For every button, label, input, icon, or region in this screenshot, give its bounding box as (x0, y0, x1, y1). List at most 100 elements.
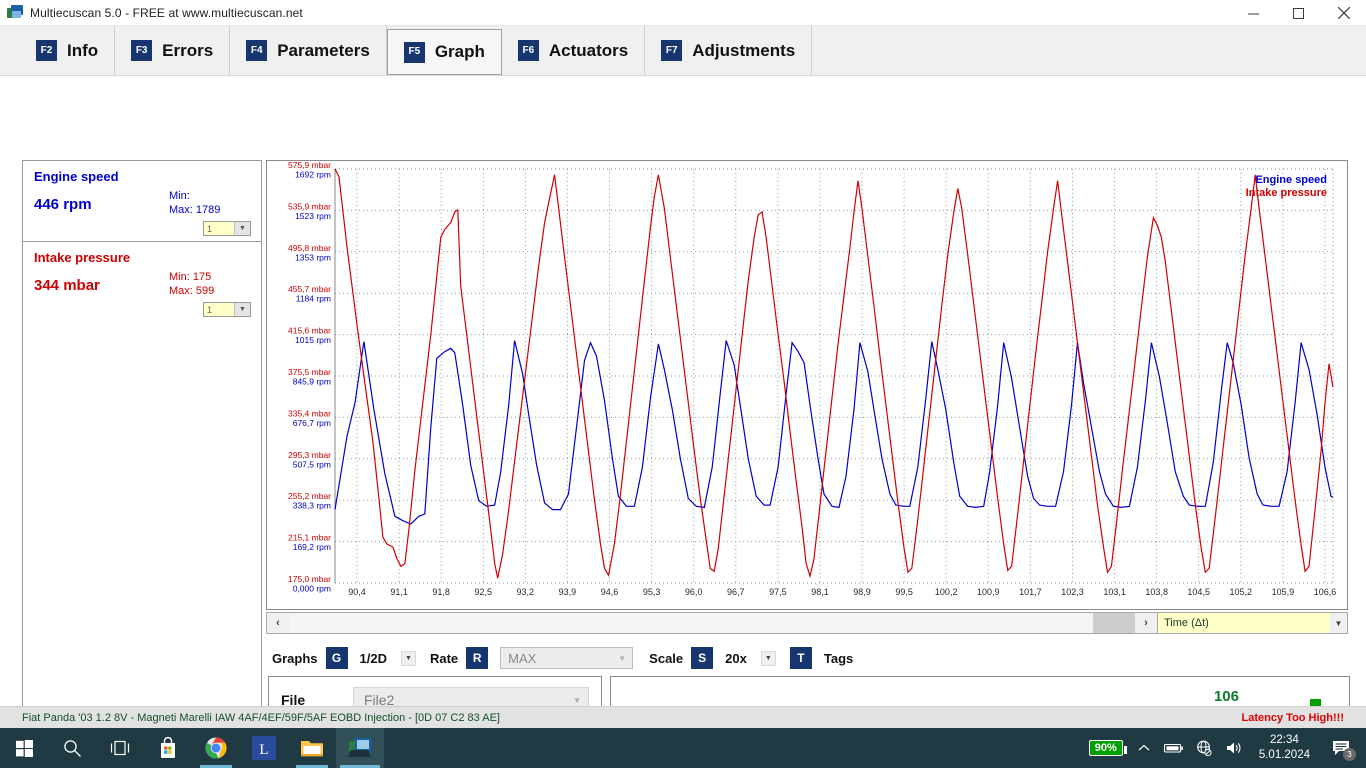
system-tray: 90% 22:34 5.01.2024 3 (1088, 728, 1366, 768)
scroll-right-icon[interactable]: › (1135, 613, 1157, 633)
svg-text:295,3 mbar: 295,3 mbar (288, 450, 331, 460)
time-axis-select[interactable]: Time (Δt) ▼ (1157, 613, 1347, 633)
tab-errors[interactable]: F3 Errors (115, 26, 231, 75)
file-explorer-button[interactable] (288, 728, 336, 768)
window-title: Multiecuscan 5.0 - FREE at www.multiecus… (30, 5, 303, 20)
graphs-label: Graphs (272, 650, 318, 666)
rate-hotkey[interactable]: R (466, 647, 489, 669)
scroll-left-icon[interactable]: ‹ (267, 613, 289, 633)
gauge-engine-speed-scale-value: 1 (207, 223, 213, 234)
svg-text:105,9: 105,9 (1272, 587, 1295, 597)
svg-text:102,3: 102,3 (1061, 587, 1084, 597)
svg-text:95,3: 95,3 (643, 587, 661, 597)
svg-text:91,1: 91,1 (390, 587, 408, 597)
tab-parameters[interactable]: F4 Parameters (230, 26, 387, 75)
folder-icon (301, 741, 323, 757)
app-l-button[interactable]: L (240, 728, 288, 768)
graph-scrollbar[interactable]: ‹ › Time (Δt) ▼ (266, 612, 1348, 634)
tab-adjustments[interactable]: F7 Adjustments (645, 26, 813, 75)
scale-value: 20x (725, 650, 747, 666)
volume-icon[interactable] (1219, 728, 1249, 768)
gauge-engine-speed-title: Engine speed (34, 169, 119, 184)
chrome-button[interactable] (192, 728, 240, 768)
chevron-down-icon: ▼ (573, 695, 581, 705)
start-button[interactable] (0, 728, 48, 768)
taskbar-clock[interactable]: 22:34 5.01.2024 (1249, 733, 1320, 763)
chevron-down-icon: ▼ (618, 653, 627, 663)
clock-time: 22:34 (1270, 734, 1299, 746)
search-icon (63, 739, 81, 757)
battery-percentage[interactable]: 90% (1088, 740, 1127, 756)
tab-parameters-label: Parameters (277, 40, 370, 60)
svg-text:215,1 mbar: 215,1 mbar (288, 533, 331, 543)
svg-text:1353 rpm: 1353 rpm (295, 252, 331, 262)
notification-center-button[interactable]: 3 (1320, 728, 1362, 768)
svg-text:375,5 mbar: 375,5 mbar (288, 367, 331, 377)
svg-text:96,7: 96,7 (727, 587, 745, 597)
tab-errors-label: Errors (162, 40, 214, 60)
tab-errors-key: F3 (131, 40, 153, 61)
tab-info[interactable]: F2 Info (20, 26, 116, 75)
svg-text:455,7 mbar: 455,7 mbar (288, 284, 331, 294)
gauge-intake-pressure-min: Min: 175 (169, 271, 212, 283)
task-view-button[interactable] (96, 728, 144, 768)
gauge-intake-pressure-value: 344 mbar (34, 277, 100, 294)
gauge-engine-speed-min: Min: (169, 190, 190, 202)
tab-graph-label: Graph (434, 42, 485, 61)
tab-graph[interactable]: F5 Graph (386, 29, 502, 75)
svg-text:335,4 mbar: 335,4 mbar (288, 408, 331, 418)
graphs-hotkey[interactable]: G (325, 647, 348, 669)
rate-select[interactable]: MAX ▼ (500, 647, 634, 669)
task-view-icon (110, 740, 130, 756)
svg-text:104,5: 104,5 (1187, 587, 1210, 597)
svg-text:100,9: 100,9 (977, 587, 1000, 597)
multiecuscan-taskbar-button[interactable] (336, 728, 384, 768)
tab-adjustments-key: F7 (661, 40, 683, 61)
tab-parameters-key: F4 (246, 40, 268, 61)
svg-text:415,6 mbar: 415,6 mbar (288, 326, 331, 336)
svg-text:91,8: 91,8 (432, 587, 450, 597)
microsoft-store-button[interactable] (144, 728, 192, 768)
tab-info-key: F2 (36, 40, 57, 61)
battery-icon[interactable] (1159, 728, 1189, 768)
svg-text:105,2: 105,2 (1230, 587, 1253, 597)
show-hidden-icons-chevron-up-icon[interactable] (1129, 728, 1159, 768)
svg-text:92,5: 92,5 (475, 587, 493, 597)
scale-dropdown-icon[interactable]: ▼ (760, 650, 776, 666)
gauge-engine-speed: Engine speed 446 rpm Min: Max: 1789 1 ▼ (23, 161, 261, 241)
minimize-icon[interactable] (1231, 0, 1276, 26)
svg-text:103,8: 103,8 (1145, 587, 1168, 597)
search-button[interactable] (48, 728, 96, 768)
svg-text:L: L (259, 742, 268, 758)
network-globe-icon[interactable] (1189, 728, 1219, 768)
svg-text:93,9: 93,9 (559, 587, 577, 597)
graph-canvas[interactable]: 575,9 mbar 1692 rpm 535,9 mbar 1523 rpm 495,… (266, 160, 1348, 610)
svg-text:98,9: 98,9 (853, 587, 871, 597)
graphs-dropdown-icon[interactable]: ▼ (400, 650, 416, 666)
tags-hotkey[interactable]: T (789, 647, 812, 669)
graph-plot: 575,9 mbar1692 rpm535,9 mbar1523 rpm495,… (288, 161, 1336, 597)
graph-controls: Graphs G 1/2D ▼ Rate R MAX ▼ Scale S 20x… (272, 644, 1352, 672)
svg-text:96,0: 96,0 (685, 587, 703, 597)
tab-actuators[interactable]: F6 Actuators (501, 26, 646, 75)
svg-text:169,2 rpm: 169,2 rpm (293, 542, 331, 552)
multiecuscan-icon (348, 738, 371, 757)
gauge-intake-pressure: Intake pressure 344 mbar Min: 175 Max: 5… (23, 241, 261, 321)
scrollbar-thumb[interactable] (1093, 613, 1135, 633)
windows-taskbar: L 90% 22:34 5.01.2024 3 (0, 728, 1366, 768)
graph-page: Engine speed 446 rpm Min: Max: 1789 1 ▼ … (0, 76, 1366, 765)
svg-text:175,0 mbar: 175,0 mbar (288, 574, 331, 584)
svg-text:1692 rpm: 1692 rpm (295, 170, 331, 180)
scrollbar-track[interactable] (289, 613, 1135, 633)
parameter-panel: Engine speed 446 rpm Min: Max: 1789 1 ▼ … (22, 160, 262, 716)
maximize-icon[interactable] (1276, 0, 1321, 26)
tab-graph-key: F5 (403, 41, 425, 63)
gauge-engine-speed-scale-select[interactable]: 1 ▼ (203, 221, 251, 236)
chevron-down-icon: ▼ (1330, 613, 1347, 633)
chevron-down-icon: ▼ (234, 303, 250, 316)
scale-hotkey[interactable]: S (691, 647, 714, 669)
store-icon (161, 737, 175, 758)
close-icon[interactable] (1321, 0, 1366, 26)
windows-icon (15, 739, 33, 757)
gauge-intake-pressure-scale-select[interactable]: 1 ▼ (203, 302, 251, 317)
